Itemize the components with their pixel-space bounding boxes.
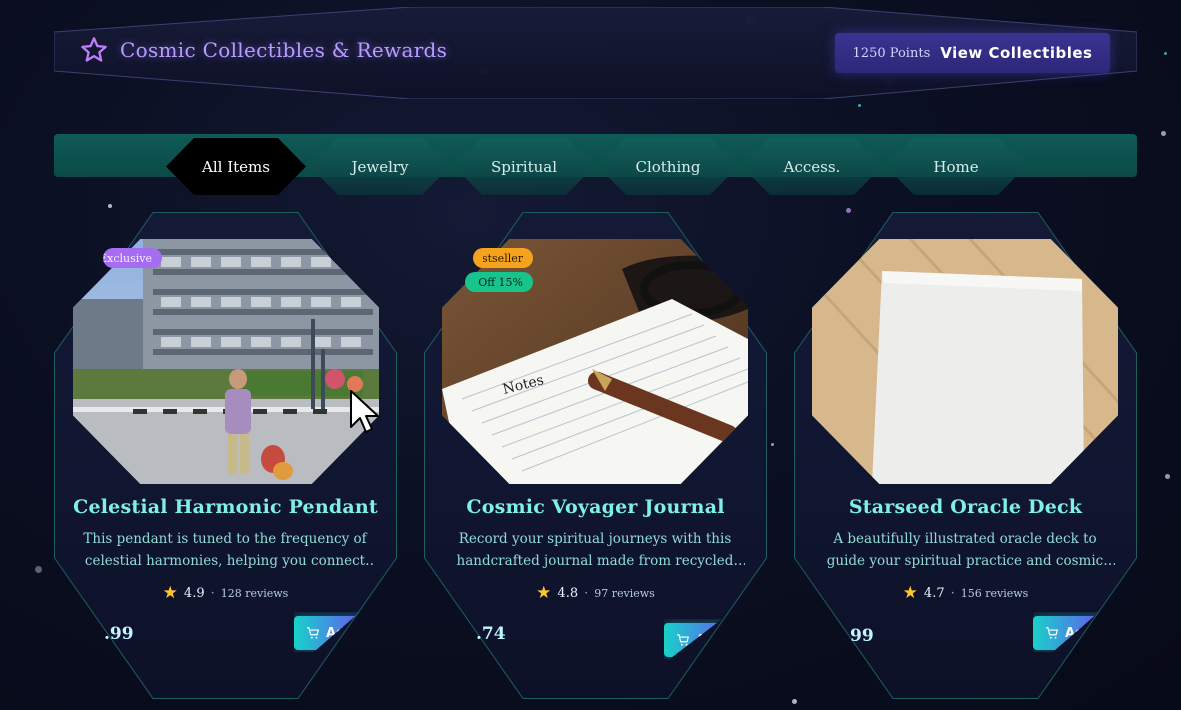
separator-dot: · [584, 586, 589, 601]
badge-exclusive: Exclusive [103, 248, 162, 268]
mouse-cursor-icon [350, 390, 379, 433]
points-panel: 1250 Points View Collectibles [835, 33, 1110, 73]
product-price: .74 [476, 624, 506, 644]
tab-label: All Items [202, 157, 270, 176]
tab-label: Clothing [635, 157, 701, 176]
points-balance: 1250 Points [852, 45, 931, 61]
cart-icon [677, 634, 689, 646]
separator-dot: · [210, 586, 215, 601]
tab-spiritual[interactable]: Spiritual [454, 138, 594, 195]
product-title[interactable]: Celestial Harmonic Pendant [54, 496, 397, 518]
rating-value: 4.9 [183, 586, 205, 601]
badge-label: Exclusive [103, 251, 152, 265]
product-price: 99 [850, 626, 874, 646]
view-collectibles-button[interactable]: View Collectibles [940, 44, 1092, 62]
product-description: This pendant is tuned to the frequency o… [83, 531, 367, 569]
star-icon: ★ [902, 583, 918, 603]
tab-label: Home [933, 157, 979, 176]
badge-discount: 15% Off [465, 272, 533, 292]
tab-label: Access. [783, 157, 841, 176]
product-description: Record your spiritual journeys with this… [456, 531, 734, 569]
product-description: A beautifully illustrated oracle deck to… [826, 531, 1104, 569]
tab-label: Spiritual [490, 157, 558, 176]
app-title: Cosmic Collectibles & Rewards [120, 38, 448, 62]
brand: Cosmic Collectibles & Rewards [80, 36, 447, 64]
rating-value: 4.8 [557, 586, 579, 601]
rating-value: 4.7 [923, 586, 945, 601]
review-count: 156 reviews [960, 587, 1029, 600]
tab-accessories[interactable]: Access. [742, 138, 882, 195]
product-image-pendant [73, 239, 379, 484]
product-rating: ★ 4.8 · 97 reviews [424, 585, 767, 602]
review-count: 128 reviews [220, 587, 289, 600]
product-rating: ★ 4.9 · 128 reviews [54, 585, 397, 602]
product-rating: ★ 4.7 · 156 reviews [794, 585, 1137, 602]
tab-clothing[interactable]: Clothing [598, 138, 738, 195]
badge-label: 15% Off [478, 275, 523, 289]
review-count: 97 reviews [594, 587, 655, 600]
tab-home[interactable]: Home [886, 138, 1026, 195]
tab-jewelry[interactable]: Jewelry [310, 138, 450, 195]
badge-label: Bestseller [483, 251, 523, 265]
star-icon [81, 37, 107, 62]
cart-icon [1046, 627, 1058, 639]
star-icon: ★ [536, 583, 552, 603]
product-title[interactable]: Starseed Oracle Deck [794, 496, 1137, 518]
star-icon: ★ [162, 583, 178, 603]
product-title[interactable]: Cosmic Voyager Journal [424, 496, 767, 518]
badge-bestseller: Bestseller [473, 248, 533, 268]
product-price: .99 [104, 624, 134, 644]
tab-label: Jewelry [351, 157, 409, 176]
cart-icon [307, 627, 319, 639]
tab-all-items[interactable]: All Items [166, 138, 306, 195]
separator-dot: · [950, 586, 955, 601]
product-image-oracle-deck [812, 239, 1118, 484]
